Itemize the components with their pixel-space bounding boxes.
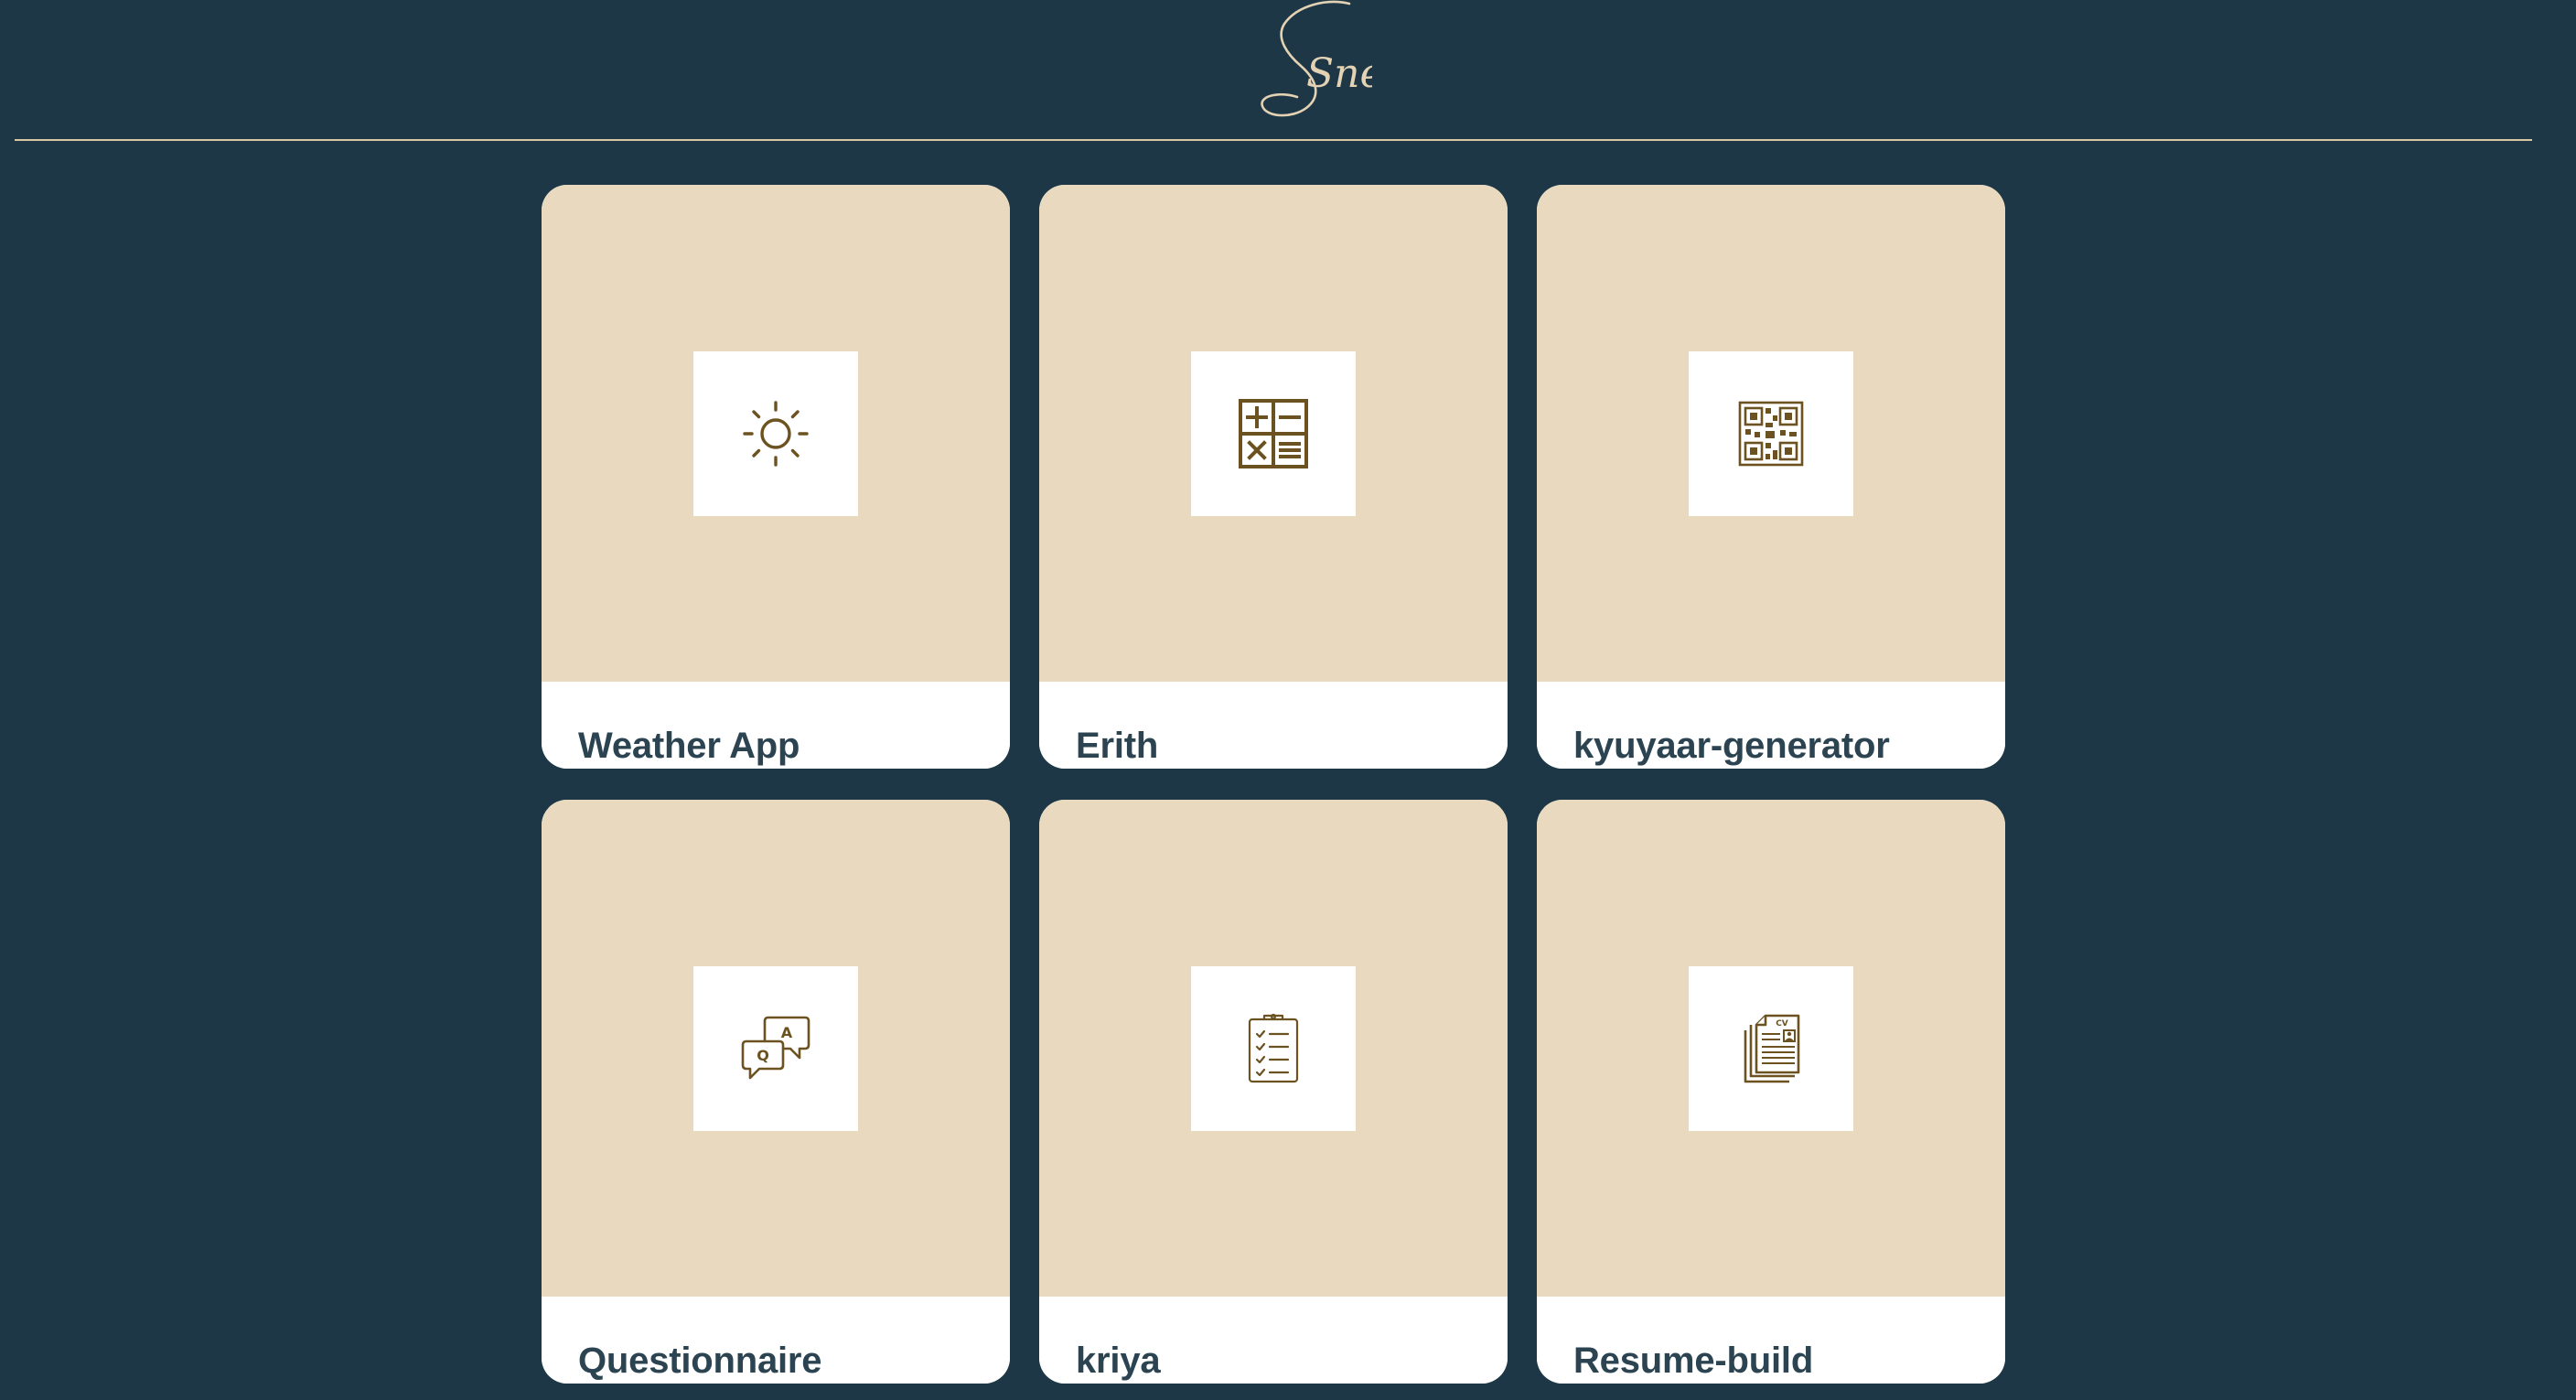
logo-text: Sneha <box>1306 50 1372 97</box>
project-card-erith[interactable]: Erith <box>1039 185 1508 769</box>
cv-document-icon: CV <box>1744 1014 1800 1082</box>
icon-tile <box>1689 350 1853 516</box>
card-title: kriya <box>1039 1297 1508 1384</box>
icon-tile <box>1191 965 1356 1131</box>
project-card-questionnaire[interactable]: A Q Questionnaire <box>542 800 1010 1384</box>
card-media <box>1537 185 2005 682</box>
icon-tile <box>693 350 858 516</box>
project-grid: Weather App Erith kyuyaar-generator A Q … <box>542 185 2005 1384</box>
project-card-resume-build[interactable]: CV Resume-build <box>1537 800 2005 1384</box>
icon-tile: A Q <box>693 965 858 1131</box>
icon-tile <box>1191 350 1356 516</box>
card-media <box>1039 800 1508 1297</box>
card-title: Erith <box>1039 682 1508 769</box>
card-media: CV <box>1537 800 2005 1297</box>
card-title: Resume-build <box>1537 1297 2005 1384</box>
card-title: kyuyaar-generator <box>1537 682 2005 769</box>
sun-icon <box>743 400 809 467</box>
card-media <box>542 185 1010 682</box>
svg-text:A: A <box>781 1024 793 1041</box>
project-card-kriya[interactable]: kriya <box>1039 800 1508 1384</box>
svg-text:CV: CV <box>1776 1019 1788 1028</box>
card-title: Weather App <box>542 682 1010 769</box>
project-card-kyuyaar-generator[interactable]: kyuyaar-generator <box>1537 185 2005 769</box>
icon-tile: CV <box>1689 965 1853 1131</box>
qr-code-icon <box>1738 401 1804 466</box>
svg-text:Q: Q <box>757 1047 769 1064</box>
calculator-icon <box>1239 398 1308 468</box>
clipboard-checklist-icon <box>1248 1013 1299 1082</box>
sneha-signature-logo[interactable]: Sneha <box>1189 0 1372 124</box>
card-media <box>1039 185 1508 682</box>
project-card-weather-app[interactable]: Weather App <box>542 185 1010 769</box>
card-title: Questionnaire <box>542 1297 1010 1384</box>
card-media: A Q <box>542 800 1010 1297</box>
header-divider <box>15 139 2532 141</box>
qa-chat-icon: A Q <box>741 1016 810 1079</box>
site-header: Sneha <box>0 0 2576 143</box>
